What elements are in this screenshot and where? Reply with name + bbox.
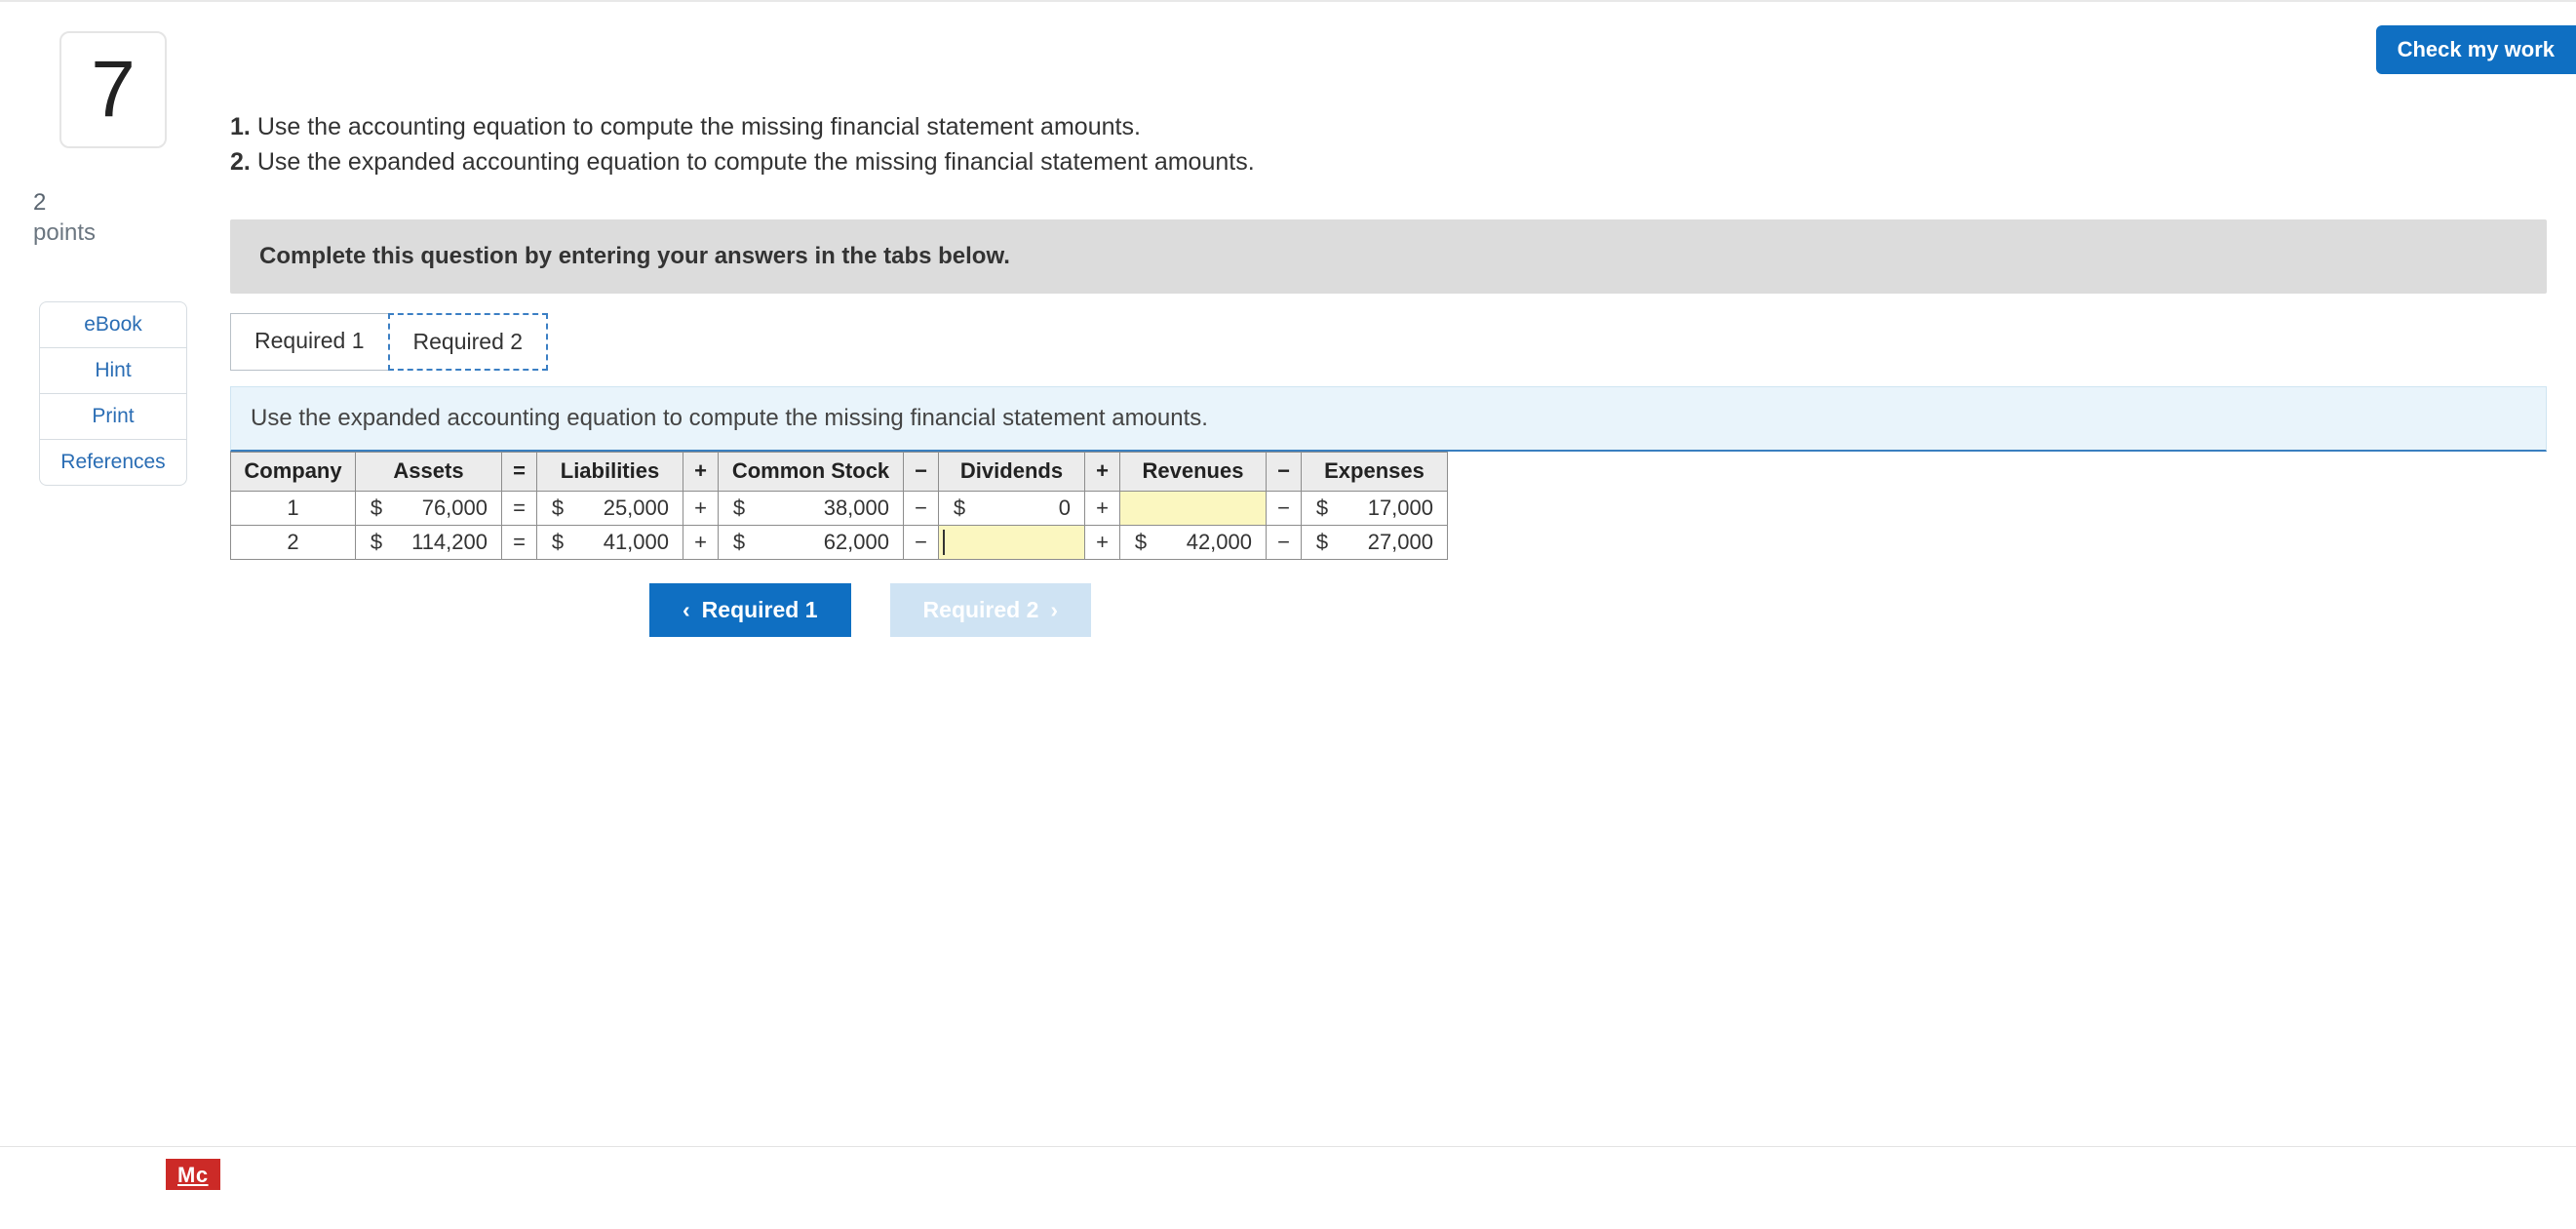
cell-value: 25,000 bbox=[578, 496, 677, 521]
currency-symbol: $ bbox=[1308, 530, 1337, 555]
cell-value: 27,000 bbox=[1343, 530, 1441, 555]
chevron-left-icon: ‹ bbox=[683, 597, 690, 623]
cell-common_stock[interactable]: $38,000 bbox=[719, 491, 904, 525]
currency-symbol: $ bbox=[1126, 530, 1155, 555]
cell-value: 42,000 bbox=[1161, 530, 1260, 555]
tab-instruction-bar: Complete this question by entering your … bbox=[230, 219, 2547, 294]
tab-subprompt: Use the expanded accounting equation to … bbox=[230, 386, 2547, 452]
main-content: 1. Use the accounting equation to comput… bbox=[230, 31, 2547, 637]
currency-symbol: $ bbox=[543, 496, 572, 521]
tab-row: Required 1 Required 2 bbox=[230, 313, 2547, 371]
op-cell: + bbox=[683, 525, 719, 559]
cell-liabilities[interactable]: $25,000 bbox=[537, 491, 683, 525]
points-label: points bbox=[33, 218, 96, 248]
next-tab-label: Required 2 bbox=[923, 597, 1039, 623]
th-assets: Assets bbox=[356, 452, 502, 491]
cell-value: 41,000 bbox=[578, 530, 677, 555]
th-minus: − bbox=[1267, 452, 1302, 491]
op-cell: + bbox=[1085, 491, 1120, 525]
currency-symbol: $ bbox=[362, 496, 391, 521]
cell-liabilities[interactable]: $41,000 bbox=[537, 525, 683, 559]
cell-value: 38,000 bbox=[760, 496, 897, 521]
cell-company: 1 bbox=[231, 491, 356, 525]
publisher-badge: Mc bbox=[166, 1159, 220, 1190]
left-sidebar: 7 2 points eBook Hint Print References bbox=[29, 31, 197, 637]
instruction-number: 1. bbox=[230, 113, 251, 140]
question-number-card: 7 bbox=[59, 31, 167, 148]
prev-tab-button[interactable]: ‹ Required 1 bbox=[649, 583, 851, 637]
cell-revenues[interactable] bbox=[1120, 491, 1267, 525]
th-minus: − bbox=[904, 452, 939, 491]
op-cell: + bbox=[1085, 525, 1120, 559]
next-tab-button: Required 2 › bbox=[890, 583, 1092, 637]
question-instructions: 1. Use the accounting equation to comput… bbox=[230, 109, 2547, 180]
op-cell: − bbox=[904, 491, 939, 525]
cell-common_stock[interactable]: $62,000 bbox=[719, 525, 904, 559]
points-block: 2 points bbox=[33, 187, 96, 248]
cell-value: 76,000 bbox=[397, 496, 495, 521]
cell-revenues[interactable]: $42,000 bbox=[1120, 525, 1267, 559]
op-cell: − bbox=[904, 525, 939, 559]
cell-assets[interactable]: $114,200 bbox=[356, 525, 502, 559]
cell-value: 0 bbox=[980, 496, 1078, 521]
th-dividends: Dividends bbox=[939, 452, 1085, 491]
op-cell: = bbox=[502, 491, 537, 525]
chevron-right-icon: › bbox=[1050, 597, 1058, 623]
th-liabilities: Liabilities bbox=[537, 452, 683, 491]
divider bbox=[0, 1146, 2576, 1147]
table-header-row: Company Assets = Liabilities + Common St… bbox=[231, 452, 1448, 491]
cell-dividends[interactable] bbox=[939, 525, 1085, 559]
th-plus: + bbox=[683, 452, 719, 491]
cell-value: 17,000 bbox=[1343, 496, 1441, 521]
tab-required-1[interactable]: Required 1 bbox=[230, 313, 388, 371]
currency-symbol: $ bbox=[1308, 496, 1337, 521]
sidebar-links: eBook Hint Print References bbox=[39, 301, 187, 486]
currency-symbol: $ bbox=[945, 496, 974, 521]
cell-expenses[interactable]: $17,000 bbox=[1302, 491, 1448, 525]
answers-table: Company Assets = Liabilities + Common St… bbox=[230, 452, 1448, 560]
sidebar-link-references[interactable]: References bbox=[40, 440, 186, 485]
cell-assets[interactable]: $76,000 bbox=[356, 491, 502, 525]
currency-symbol: $ bbox=[543, 530, 572, 555]
cell-value: 62,000 bbox=[760, 530, 897, 555]
currency-symbol: $ bbox=[724, 496, 754, 521]
table-row: 1$76,000=$25,000+$38,000−$0+−$17,000 bbox=[231, 491, 1448, 525]
cell-company: 2 bbox=[231, 525, 356, 559]
prev-tab-label: Required 1 bbox=[702, 597, 818, 623]
currency-symbol: $ bbox=[724, 530, 754, 555]
op-cell: − bbox=[1267, 491, 1302, 525]
cell-dividends[interactable]: $0 bbox=[939, 491, 1085, 525]
cell-expenses[interactable]: $27,000 bbox=[1302, 525, 1448, 559]
currency-symbol: $ bbox=[362, 530, 391, 555]
th-expenses: Expenses bbox=[1302, 452, 1448, 491]
table-row: 2$114,200=$41,000+$62,000−+$42,000−$27,0… bbox=[231, 525, 1448, 559]
tab-required-2[interactable]: Required 2 bbox=[388, 313, 549, 371]
instruction-text: Use the accounting equation to compute t… bbox=[257, 113, 1141, 140]
instruction-text: Use the expanded accounting equation to … bbox=[257, 148, 1255, 176]
check-my-work-button[interactable]: Check my work bbox=[2376, 25, 2576, 74]
points-value: 2 bbox=[33, 187, 96, 218]
sidebar-link-print[interactable]: Print bbox=[40, 394, 186, 440]
op-cell: + bbox=[683, 491, 719, 525]
instruction-number: 2. bbox=[230, 148, 251, 176]
th-company: Company bbox=[231, 452, 356, 491]
tab-nav-buttons: ‹ Required 1 Required 2 › bbox=[649, 583, 2547, 637]
sidebar-link-hint[interactable]: Hint bbox=[40, 348, 186, 394]
th-revenues: Revenues bbox=[1120, 452, 1267, 491]
th-common-stock: Common Stock bbox=[719, 452, 904, 491]
sidebar-link-ebook[interactable]: eBook bbox=[40, 302, 186, 348]
op-cell: = bbox=[502, 525, 537, 559]
cell-value: 114,200 bbox=[397, 530, 495, 555]
op-cell: − bbox=[1267, 525, 1302, 559]
th-plus: + bbox=[1085, 452, 1120, 491]
th-eq: = bbox=[502, 452, 537, 491]
